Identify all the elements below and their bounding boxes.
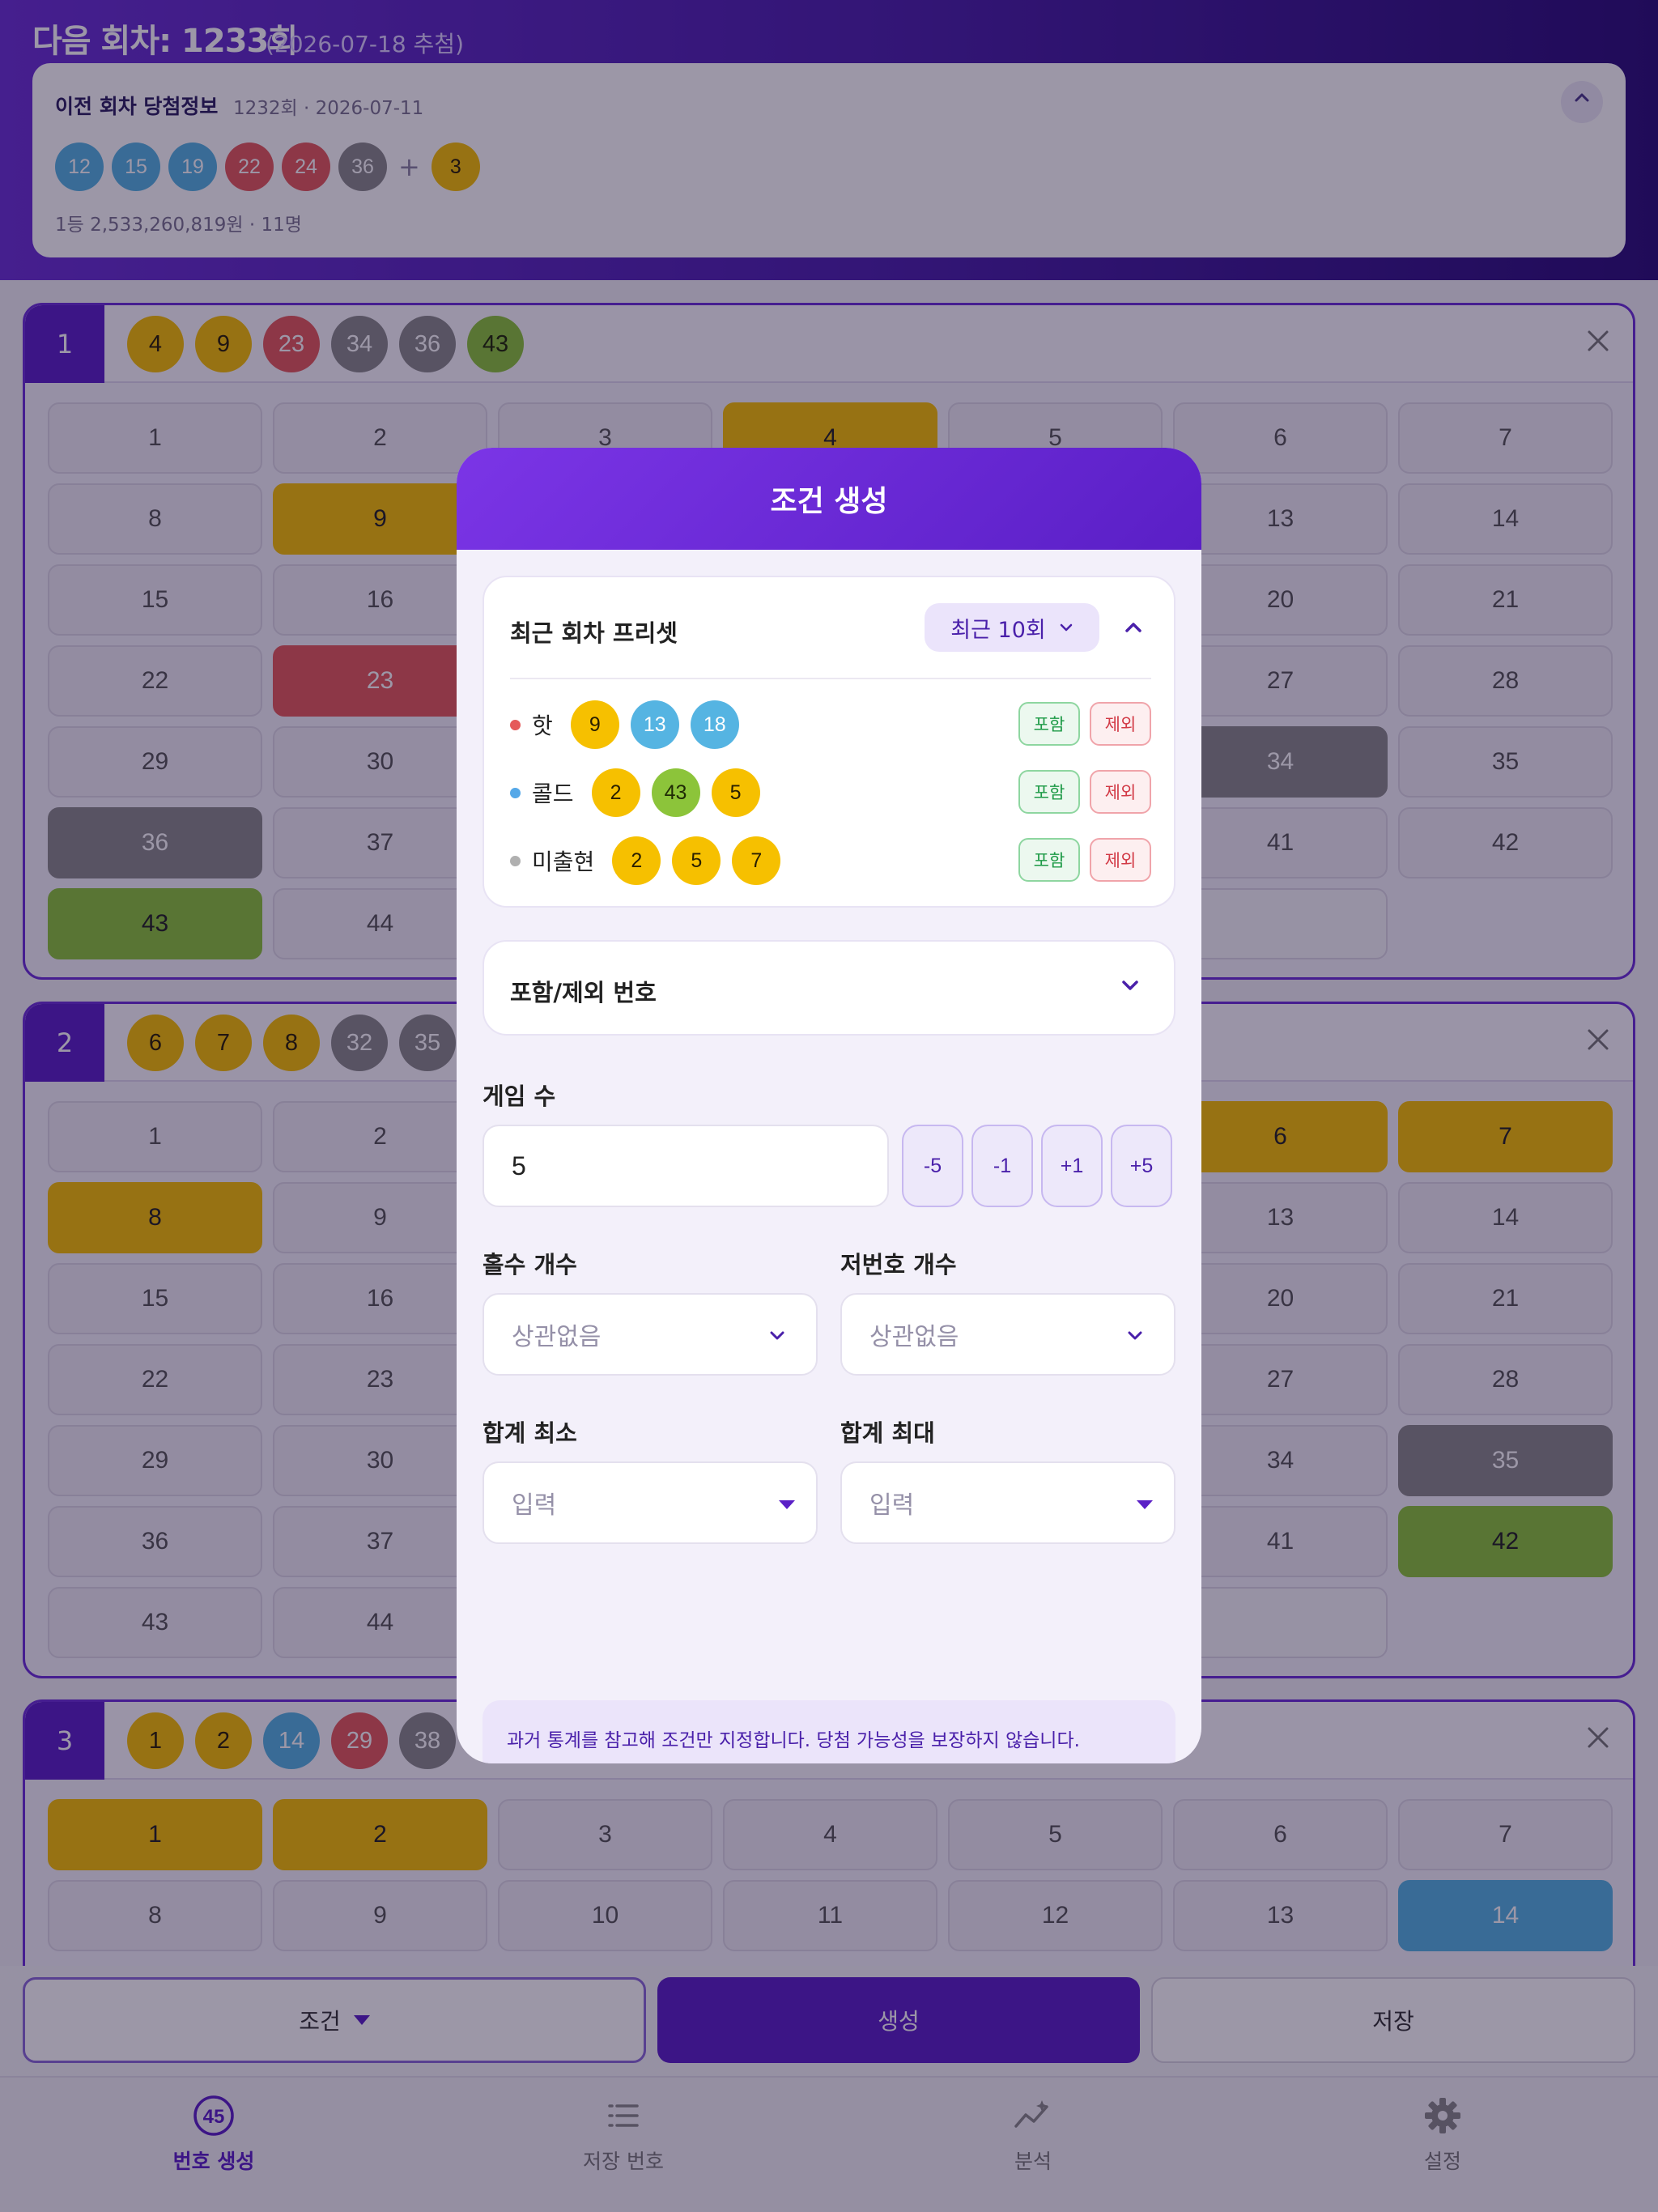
preset-row-balls: 9 13 18 <box>570 700 739 749</box>
game-count-input[interactable]: 5 <box>483 1125 889 1207</box>
low-count-select[interactable]: 상관없음 <box>840 1293 1175 1376</box>
preset-ball: 5 <box>711 768 760 817</box>
preset-row-label: 핫 <box>532 713 553 739</box>
step-minus-5-button[interactable]: -5 <box>902 1125 963 1207</box>
step-minus-1-button[interactable]: -1 <box>971 1125 1033 1207</box>
exclude-button[interactable]: 제외 <box>1090 702 1151 746</box>
include-button[interactable]: 포함 <box>1018 702 1080 746</box>
chevron-down-icon <box>1122 981 1138 990</box>
condition-modal: 조건 생성 최근 회차 프리셋 최근 10회 핫 9 13 18 포함 제외 콜… <box>457 448 1201 1763</box>
chevron-down-icon <box>1128 1331 1142 1340</box>
preset-ball: 43 <box>651 768 700 817</box>
preset-select[interactable]: 최근 10회 <box>925 603 1099 652</box>
preset-row-balls: 2 5 7 <box>612 836 781 885</box>
odd-count-select[interactable]: 상관없음 <box>483 1293 818 1376</box>
preset-row-label: 콜드 <box>532 781 574 807</box>
exclude-button[interactable]: 제외 <box>1090 838 1151 882</box>
sum-max-label: 합계 최대 <box>840 1419 935 1447</box>
preset-ball: 2 <box>591 768 640 817</box>
dot-icon <box>510 787 521 798</box>
low-count-value: 상관없음 <box>869 1323 959 1351</box>
disclaimer-note: 과거 통계를 참고해 조건만 지정합니다. 당첨 가능성을 보장하지 않습니다. <box>483 1700 1175 1763</box>
include-button[interactable]: 포함 <box>1018 770 1080 814</box>
preset-row-actions: 포함 제외 <box>1018 702 1151 746</box>
preset-row-hot: 핫 9 13 18 포함 제외 <box>510 699 1151 751</box>
dot-icon <box>510 719 521 730</box>
game-count-label: 게임 수 <box>483 1083 556 1110</box>
preset-row-cold: 콜드 2 43 5 포함 제외 <box>510 767 1151 819</box>
preset-card: 최근 회차 프리셋 최근 10회 핫 9 13 18 포함 제외 콜드 2 43… <box>483 576 1175 908</box>
preset-row-balls: 2 43 5 <box>591 768 760 817</box>
odd-count-value: 상관없음 <box>512 1323 602 1351</box>
preset-ball: 13 <box>630 700 679 749</box>
sum-max-input[interactable]: 입력 <box>840 1461 1175 1544</box>
preset-ball: 5 <box>672 836 721 885</box>
low-count-label: 저번호 개수 <box>840 1251 957 1278</box>
odd-count-label: 홀수 개수 <box>483 1251 577 1278</box>
include-button[interactable]: 포함 <box>1018 838 1080 882</box>
include-exclude-title: 포함/제외 번호 <box>510 979 657 1006</box>
dot-icon <box>510 855 521 866</box>
sum-max-placeholder: 입력 <box>869 1491 915 1520</box>
chevron-down-icon <box>1060 623 1072 632</box>
step-plus-5-button[interactable]: +5 <box>1111 1125 1172 1207</box>
preset-row-actions: 포함 제외 <box>1018 838 1151 882</box>
preset-ball: 9 <box>570 700 619 749</box>
sum-min-input[interactable]: 입력 <box>483 1461 818 1544</box>
exclude-button[interactable]: 제외 <box>1090 770 1151 814</box>
include-exclude-accordion[interactable]: 포함/제외 번호 <box>483 940 1175 1036</box>
sum-min-placeholder: 입력 <box>512 1491 557 1520</box>
chevron-down-icon <box>770 1331 784 1340</box>
step-plus-1-button[interactable]: +1 <box>1041 1125 1103 1207</box>
preset-row-unseen: 미출현 2 5 7 포함 제외 <box>510 835 1151 887</box>
preset-select-value: 최근 10회 <box>950 617 1046 643</box>
caret-down-icon <box>1137 1500 1153 1509</box>
preset-row-label: 미출현 <box>532 849 595 875</box>
preset-ball: 2 <box>612 836 661 885</box>
preset-ball: 18 <box>690 700 739 749</box>
preset-row-actions: 포함 제외 <box>1018 770 1151 814</box>
modal-title: 조건 생성 <box>457 448 1201 550</box>
preset-title: 최근 회차 프리셋 <box>510 619 678 647</box>
divider <box>510 678 1151 679</box>
preset-ball: 7 <box>732 836 781 885</box>
chevron-up-icon[interactable] <box>1114 608 1153 647</box>
caret-down-icon <box>779 1500 795 1509</box>
sum-min-label: 합계 최소 <box>483 1419 577 1447</box>
